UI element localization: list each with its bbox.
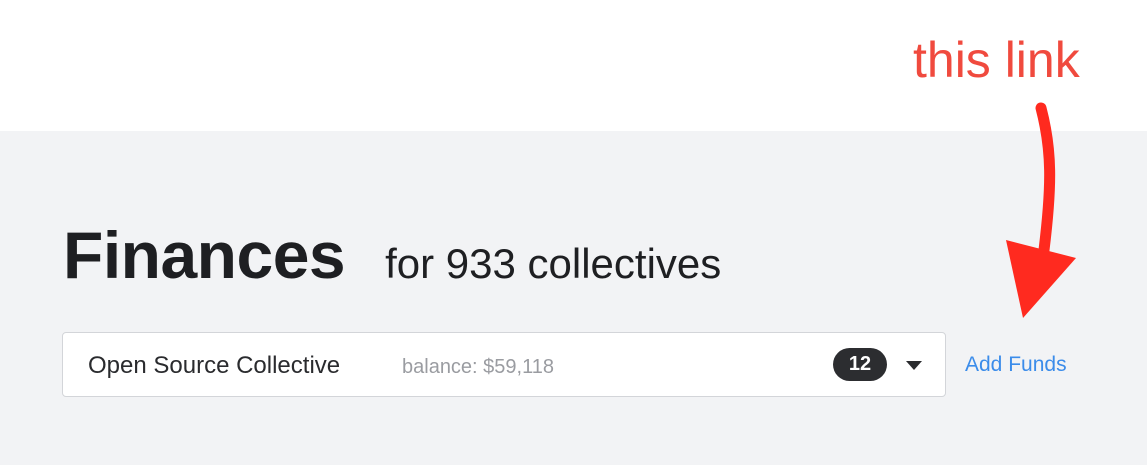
page-subtitle: for 933 collectives [385, 240, 722, 287]
count-badge: 12 [833, 348, 887, 381]
page-title: Finances [63, 218, 346, 292]
title-row: Finances for 933 collectives [63, 217, 721, 297]
add-funds-link[interactable]: Add Funds [965, 353, 1067, 377]
collective-balance: balance: $59,118 [402, 356, 554, 378]
collective-select[interactable]: Open Source Collective balance: $59,118 … [62, 332, 946, 397]
main-content-area [0, 131, 1147, 465]
selected-collective-name: Open Source Collective [88, 352, 341, 379]
annotation-label: this link [913, 32, 1080, 88]
page: this link Finances for 933 collectives O… [0, 0, 1147, 465]
caret-down-icon[interactable] [906, 361, 922, 370]
